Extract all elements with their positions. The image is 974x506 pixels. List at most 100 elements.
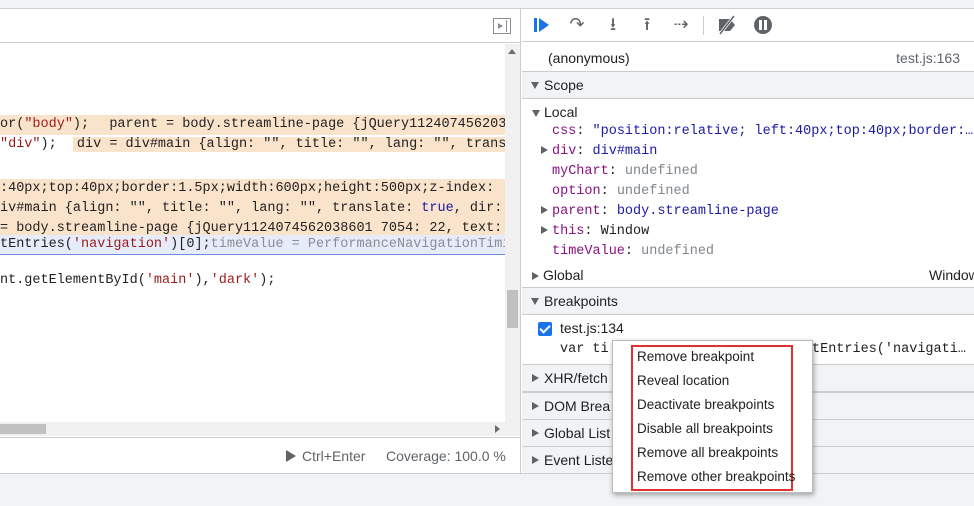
section-title: Event Liste <box>544 452 614 468</box>
global-scope-toggle[interactable]: Global Window <box>532 265 974 285</box>
code-area[interactable]: or("body"); parent = body.streamline-pag… <box>0 44 505 424</box>
code-string: 'dark' <box>210 273 260 288</box>
code-line: or("body"); parent = body.streamline-pag… <box>0 115 505 135</box>
property-value: "position:relative; left:40px;top:40px;b… <box>592 124 974 139</box>
menu-item-remove-all-breakpoints[interactable]: Remove all breakpoints <box>637 442 778 464</box>
window-bottom-strip <box>0 473 974 506</box>
resume-icon[interactable] <box>531 14 553 36</box>
breakpoint-context-menu: Remove breakpoint Reveal location Deactiva… <box>612 340 813 493</box>
scope-property-myChart: myChart: undefined <box>552 162 698 182</box>
scrollbar-thumb[interactable] <box>0 424 46 434</box>
property-key: div <box>552 144 577 159</box>
code-string: 'navigation' <box>72 237 171 252</box>
chevron-right-icon <box>532 402 539 410</box>
property-value: Window <box>600 224 650 239</box>
breakpoints-section-header[interactable]: Breakpoints <box>522 287 974 315</box>
section-title: Breakpoints <box>544 293 618 309</box>
chevron-right-icon <box>541 146 548 155</box>
code-string: 'main' <box>145 273 195 288</box>
code-text: nt.getElementById( <box>0 273 146 288</box>
code-text: or( <box>0 117 25 132</box>
property-key: parent <box>552 204 601 219</box>
menu-item-remove-other-breakpoints[interactable]: Remove other breakpoints <box>637 466 795 488</box>
debugger-toolbar: ↷ ⭳ ⭱ ⇢ <box>522 9 974 42</box>
code-string: "body" <box>24 117 73 132</box>
scope-property-this[interactable]: this: Window <box>541 222 649 242</box>
property-value: undefined <box>624 164 698 179</box>
code-text: ); <box>259 273 276 288</box>
play-icon <box>286 450 296 462</box>
section-title: Global List <box>544 425 611 441</box>
toggle-debugger-panel-icon[interactable] <box>493 18 511 34</box>
menu-item-reveal-location[interactable]: Reveal location <box>637 370 729 392</box>
pause-on-exceptions-icon[interactable] <box>752 14 774 36</box>
step-over-icon[interactable]: ↷ <box>566 14 588 36</box>
chevron-right-icon <box>541 206 548 215</box>
code-text: ), <box>194 273 211 288</box>
window-top-strip <box>0 0 974 9</box>
menu-item-disable-all-breakpoints[interactable]: Disable all breakpoints <box>637 418 773 440</box>
run-shortcut-label: Ctrl+Enter <box>302 448 366 464</box>
scroll-right-arrow-icon[interactable] <box>495 425 500 433</box>
scope-property-parent[interactable]: parent: body.streamline-page <box>541 202 779 222</box>
coverage-indicator[interactable]: Coverage: 100.0 % <box>386 448 506 464</box>
code-text: iv#main {align: "", title: "", lang: "",… <box>0 201 422 216</box>
property-separator: : <box>576 144 593 159</box>
chevron-down-icon <box>532 109 540 117</box>
call-frame-location[interactable]: test.js:163 <box>896 50 960 66</box>
call-frame-item[interactable]: (anonymous) test.js:163 <box>522 43 974 73</box>
scope-property-timeValue: timeValue: undefined <box>552 242 714 262</box>
code-string: "div" <box>0 137 41 152</box>
editor-vertical-scrollbar[interactable] <box>505 44 520 436</box>
chevron-right-icon <box>532 374 539 382</box>
scrollbar-thumb[interactable] <box>507 290 518 328</box>
property-separator: : <box>624 244 642 259</box>
property-separator: : <box>608 164 625 179</box>
section-title: XHR/fetch <box>544 370 608 386</box>
section-title: Scope <box>544 77 584 93</box>
property-key: option <box>552 184 601 199</box>
breakpoint-location: test.js:134 <box>560 320 624 336</box>
breakpoint-code-preview: var ti tEntries('navigati… <box>560 342 966 357</box>
menu-item-remove-breakpoint[interactable]: Remove breakpoint <box>637 346 754 368</box>
code-line: nt.getElementById('main'),'dark'); <box>0 271 275 291</box>
property-key: timeValue <box>552 244 625 259</box>
chevron-right-icon <box>541 226 548 235</box>
code-line: "div"); div = div#main {align: "", title… <box>0 135 505 155</box>
section-title: DOM Brea <box>544 398 611 414</box>
scope-section-header[interactable]: Scope <box>522 71 974 99</box>
scope-property-option: option: undefined <box>552 182 690 202</box>
step-into-icon[interactable]: ⭳ <box>602 14 624 36</box>
local-scope-toggle[interactable]: Local <box>532 102 577 122</box>
code-text: :40px;top:40px;border:1.5px;width:600px;… <box>0 181 495 196</box>
code-text: = body.streamline-page {jQuery1124074562… <box>0 221 503 236</box>
property-key: css <box>552 124 577 139</box>
scope-label: Global <box>543 267 584 283</box>
scope-label: Local <box>544 104 578 120</box>
scroll-up-arrow-icon[interactable] <box>508 49 516 54</box>
property-value: undefined <box>616 184 690 199</box>
step-icon[interactable]: ⇢ <box>670 14 692 36</box>
breakpoint-code-right: tEntries('navigati… <box>812 342 966 357</box>
scope-property-div[interactable]: div: div#main <box>541 142 657 162</box>
toolbar-divider <box>703 16 704 35</box>
editor-horizontal-scrollbar[interactable] <box>0 422 505 436</box>
deactivate-breakpoints-icon[interactable] <box>716 14 738 36</box>
property-value: div#main <box>592 144 658 159</box>
step-out-icon[interactable]: ⭱ <box>636 14 658 36</box>
chevron-right-icon <box>532 272 539 281</box>
paused-code-line: tEntries('navigation')[0];timeValue = Pe… <box>0 235 505 255</box>
property-separator: : <box>600 184 617 199</box>
call-frame-name: (anonymous) <box>548 50 630 66</box>
scope-property-css: css: "position:relative; left:40px;top:4… <box>552 122 973 142</box>
chevron-down-icon <box>531 298 539 305</box>
chevron-right-icon <box>532 429 539 437</box>
inline-value: div = div#main {align: "", title: "", la… <box>72 137 505 152</box>
menu-item-deactivate-breakpoints[interactable]: Deactivate breakpoints <box>637 394 774 416</box>
run-snippet-button[interactable]: Ctrl+Enter <box>286 448 365 464</box>
breakpoint-checkbox[interactable] <box>538 322 552 336</box>
code-text: ); <box>40 137 73 152</box>
property-value: undefined <box>641 244 715 259</box>
editor-status-bar: Ctrl+Enter Coverage: 100.0 % <box>0 437 520 473</box>
code-keyword: true <box>421 201 454 216</box>
